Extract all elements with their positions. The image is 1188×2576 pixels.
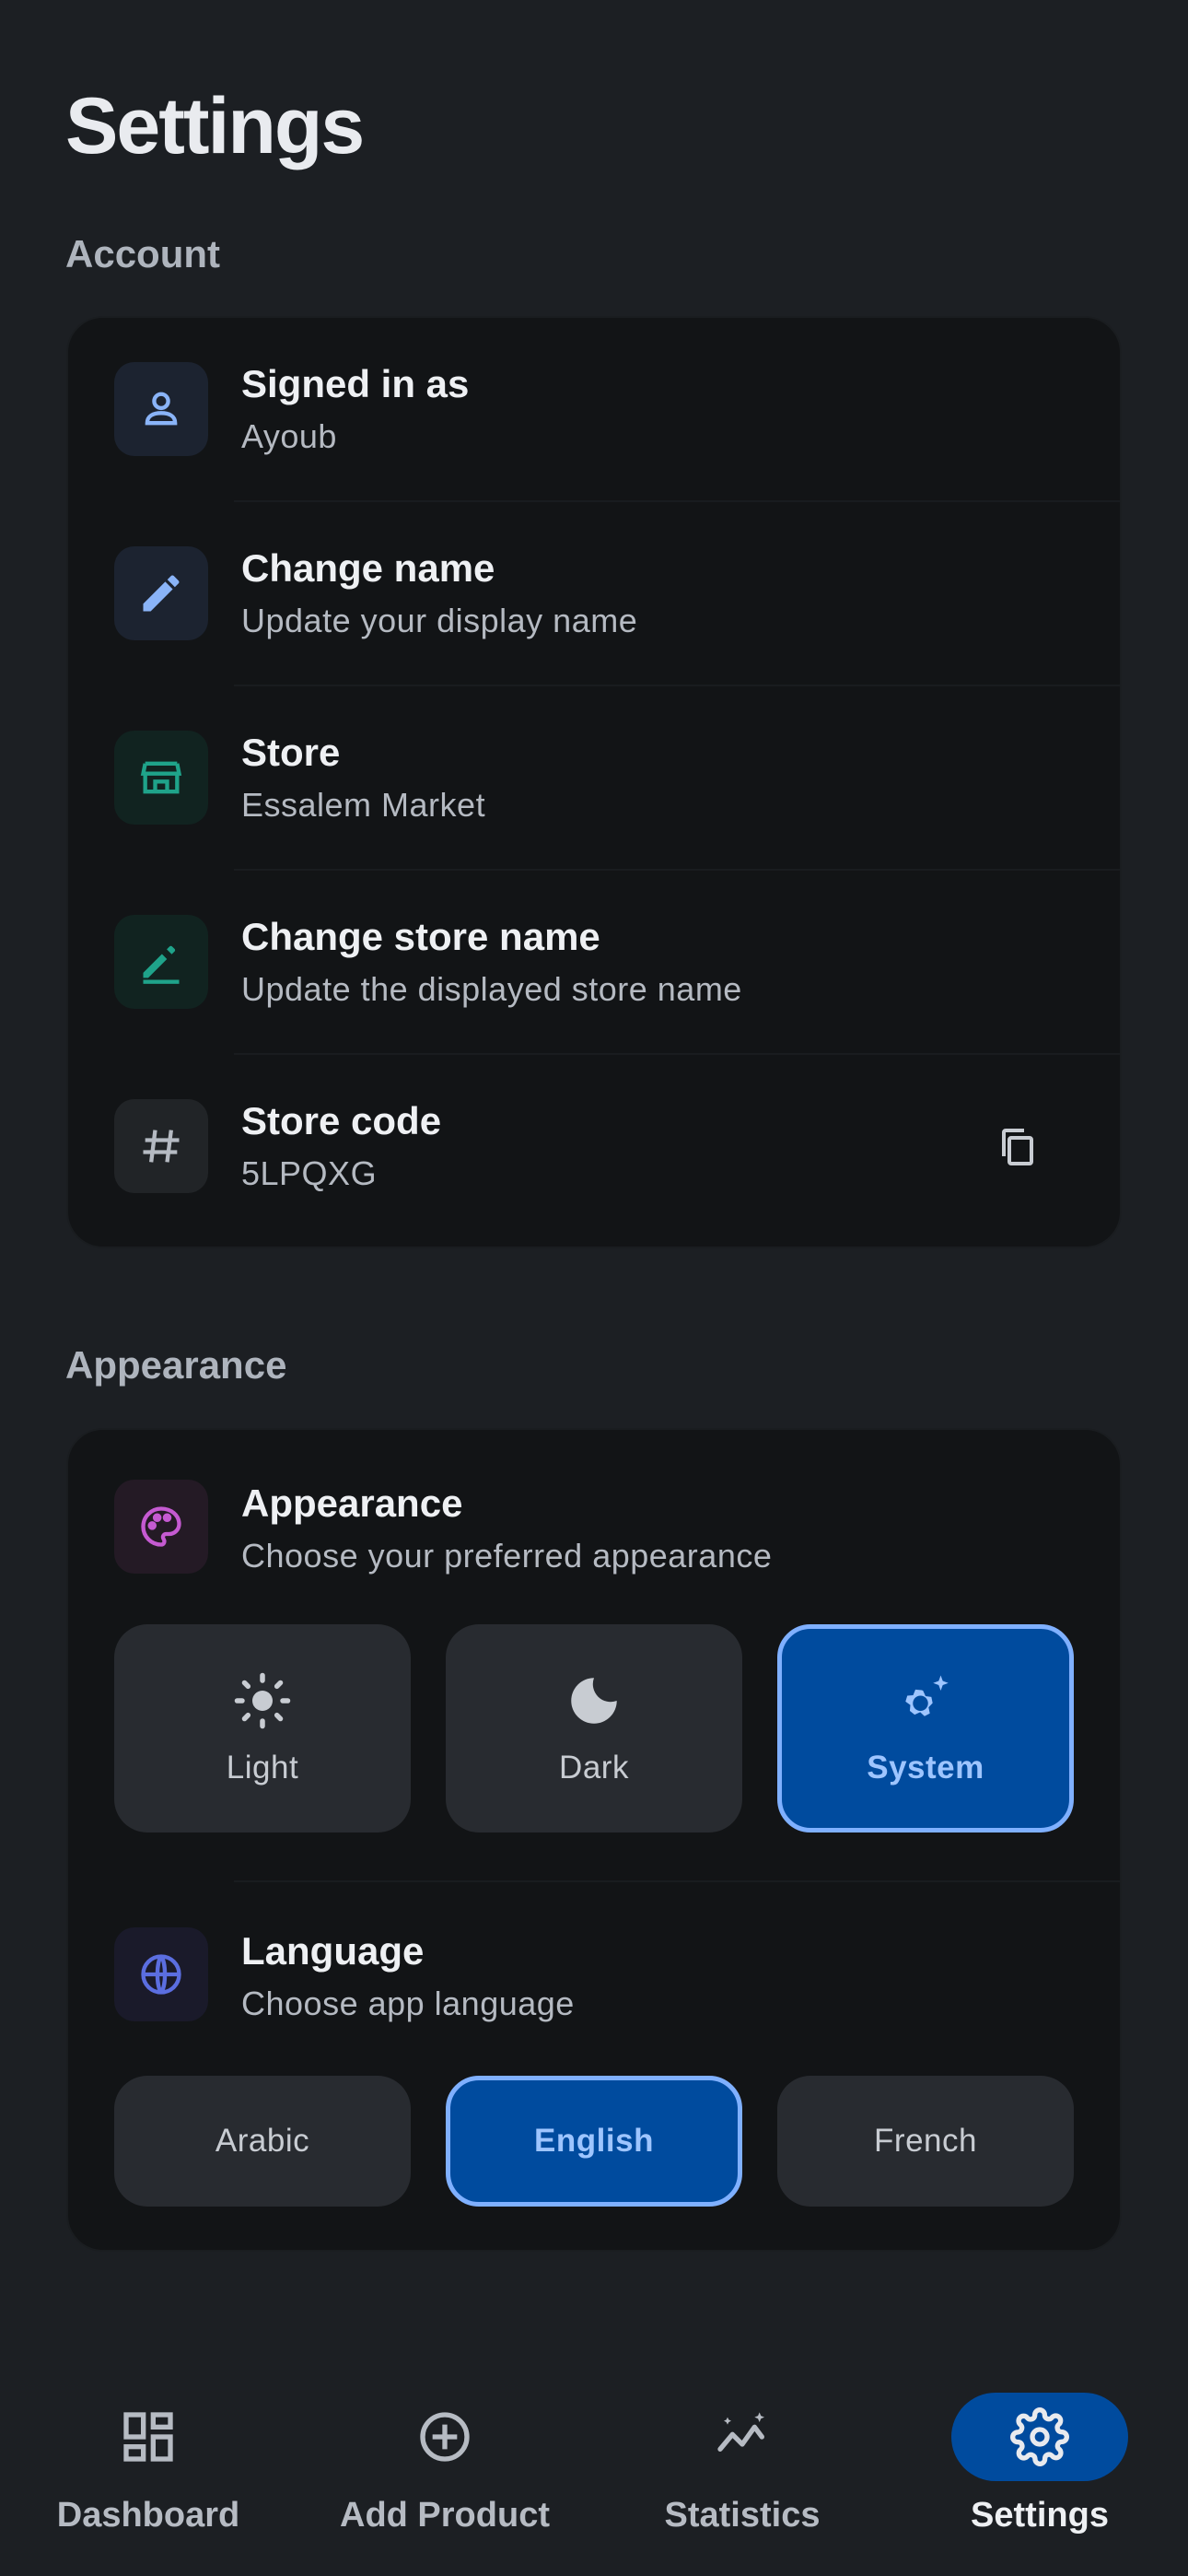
store-code-row: Store code 5LPQXG <box>68 1055 1120 1239</box>
row-subtitle: Update your display name <box>241 602 638 639</box>
gear-icon <box>951 2393 1128 2481</box>
row-title: Signed in as <box>241 362 470 405</box>
theme-option-light[interactable]: Light <box>114 1624 411 1832</box>
row-title: Appearance <box>241 1481 463 1525</box>
language-label: English <box>534 2123 654 2159</box>
language-option-english[interactable]: English <box>446 2076 742 2207</box>
language-label: Arabic <box>215 2123 310 2159</box>
add-circle-icon <box>356 2393 533 2481</box>
trending-sparkle-icon <box>654 2393 831 2481</box>
store-row: Store Essalem Market <box>68 686 1120 871</box>
row-subtitle: Choose your preferred appearance <box>241 1537 773 1575</box>
language-row: Language Choose app language <box>68 1881 1120 2066</box>
row-title: Store <box>241 731 341 774</box>
sun-icon <box>234 1672 291 1729</box>
copy-icon[interactable] <box>987 1118 1046 1177</box>
account-card: Signed in as Ayoub Change name Update yo… <box>66 316 1122 1248</box>
language-label: French <box>874 2123 977 2159</box>
change-store-name-row[interactable]: Change store name Update the displayed s… <box>68 871 1120 1055</box>
signed-in-row: Signed in as Ayoub <box>68 318 1120 502</box>
pencil-icon <box>114 546 208 640</box>
section-title-account: Account <box>65 232 220 275</box>
theme-label: Light <box>226 1750 299 1786</box>
hash-icon <box>114 1099 208 1193</box>
nav-item-statistics[interactable]: Statistics <box>594 2354 891 2576</box>
theme-label: Dark <box>559 1750 629 1786</box>
row-subtitle: Update the displayed store name <box>241 970 742 1008</box>
nav-item-dashboard[interactable]: Dashboard <box>0 2354 297 2576</box>
row-subtitle: 5LPQXG <box>241 1154 378 1192</box>
change-name-row[interactable]: Change name Update your display name <box>68 502 1120 686</box>
nav-label: Statistics <box>664 2496 821 2535</box>
row-title: Change store name <box>241 915 600 958</box>
edit-pen-icon <box>114 915 208 1009</box>
row-title: Language <box>241 1929 425 1973</box>
page-title: Settings <box>65 82 365 170</box>
globe-icon <box>114 1927 208 2021</box>
row-subtitle: Choose app language <box>241 1985 575 2022</box>
moon-icon <box>571 1678 617 1724</box>
nav-label: Add Product <box>340 2496 550 2535</box>
nav-label: Dashboard <box>56 2496 240 2535</box>
nav-item-add-product[interactable]: Add Product <box>297 2354 593 2576</box>
row-title: Change name <box>241 546 495 590</box>
language-option-arabic[interactable]: Arabic <box>114 2076 411 2207</box>
palette-icon <box>114 1480 208 1574</box>
row-title: Store code <box>241 1099 442 1142</box>
appearance-row: Appearance Choose your preferred appeara… <box>68 1430 1120 1614</box>
theme-option-system[interactable]: System <box>777 1624 1074 1832</box>
storefront-icon <box>114 731 208 825</box>
dashboard-icon <box>60 2393 237 2481</box>
person-icon <box>114 362 208 456</box>
row-subtitle: Essalem Market <box>241 786 486 824</box>
row-subtitle: Ayoub <box>241 417 337 455</box>
settings-sparkle-icon <box>905 1675 949 1716</box>
language-option-french[interactable]: French <box>777 2076 1074 2207</box>
theme-label: System <box>867 1750 984 1786</box>
nav-item-settings[interactable]: Settings <box>891 2354 1188 2576</box>
appearance-card: Appearance Choose your preferred appeara… <box>66 1428 1122 2252</box>
section-title-appearance: Appearance <box>65 1343 287 1387</box>
bottom-navigation: Dashboard Add Product Statistics Setting… <box>0 2354 1188 2576</box>
theme-option-dark[interactable]: Dark <box>446 1624 742 1832</box>
nav-label: Settings <box>971 2496 1109 2535</box>
